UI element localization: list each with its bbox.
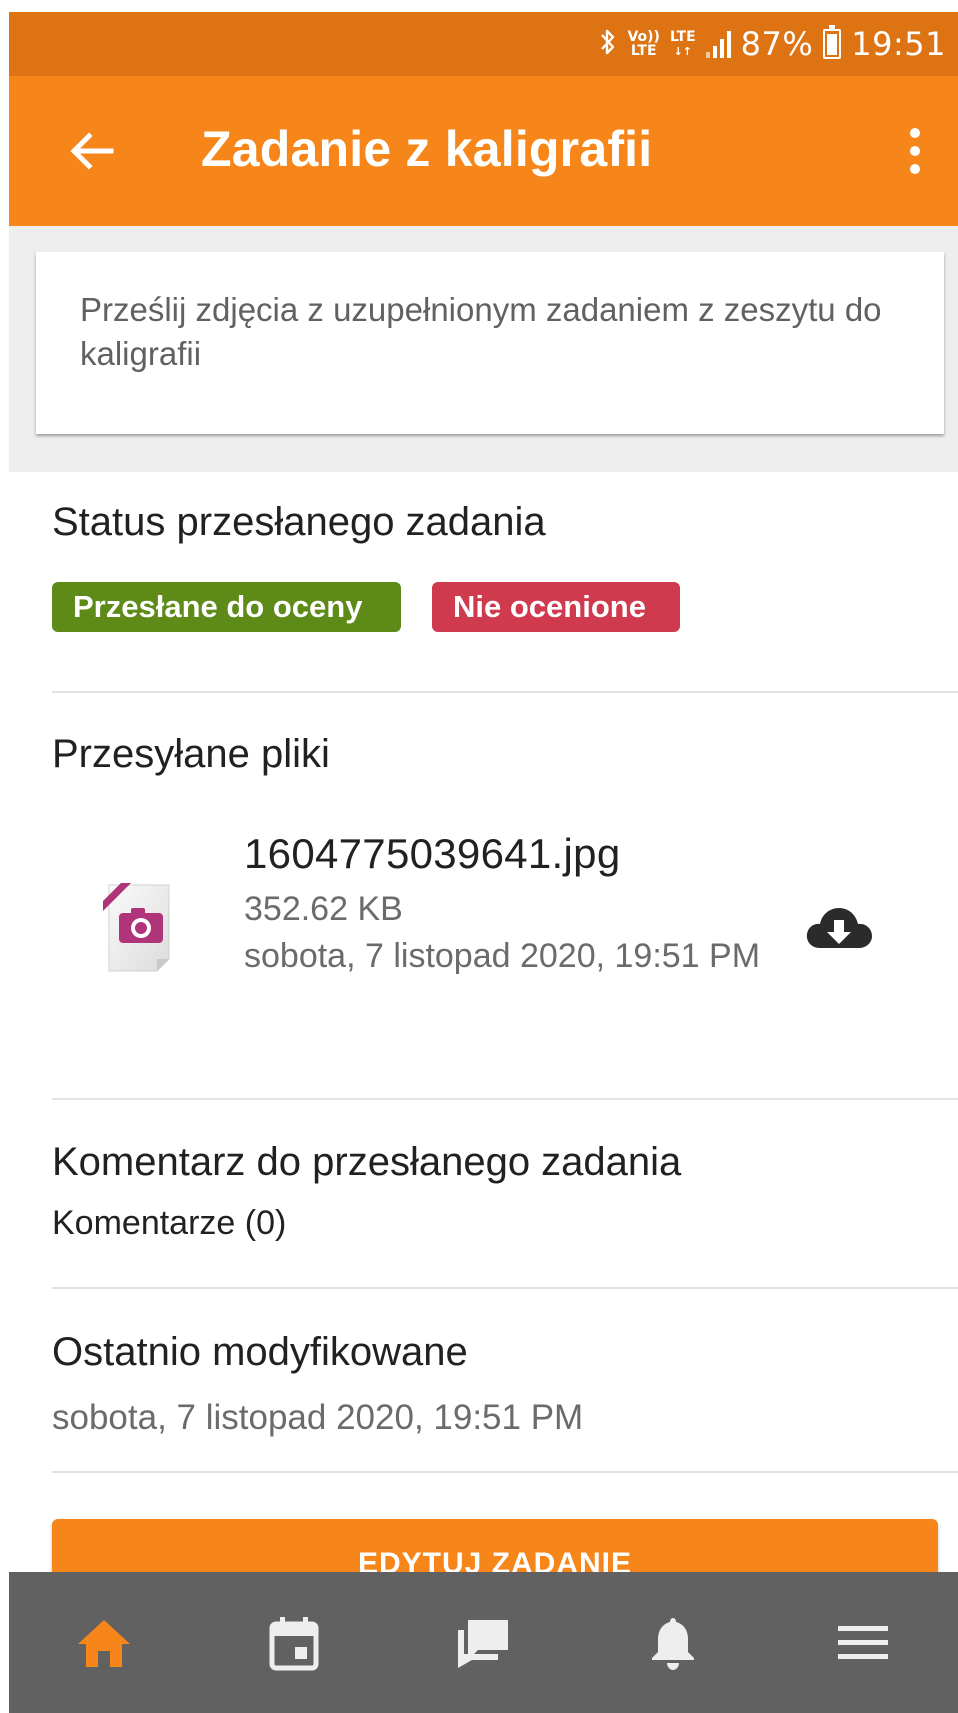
arrow-left-icon bbox=[70, 132, 114, 170]
image-file-icon bbox=[97, 879, 185, 979]
app-bar: Zadanie z kaligrafii bbox=[9, 76, 958, 226]
modified-date: sobota, 7 listopad 2020, 19:51 PM bbox=[52, 1398, 584, 1437]
volte-sub-label: LTE bbox=[630, 43, 657, 59]
divider bbox=[52, 1287, 958, 1289]
volte-icon: Vo)) LTE bbox=[627, 30, 659, 58]
back-button[interactable] bbox=[67, 126, 117, 176]
bottom-nav bbox=[9, 1572, 958, 1713]
status-bar: Vo)) LTE LTE ↓↑ 87% 19:51 bbox=[9, 12, 958, 76]
file-size: 352.62 KB bbox=[244, 890, 403, 928]
clock: 19:51 bbox=[851, 25, 946, 63]
app-screen: Vo)) LTE LTE ↓↑ 87% 19:51 Zadanie z kali… bbox=[9, 12, 958, 1713]
file-date: sobota, 7 listopad 2020, 19:51 PM bbox=[244, 937, 761, 975]
bluetooth-icon bbox=[599, 27, 617, 62]
comments-link[interactable]: Komentarze (0) bbox=[52, 1204, 286, 1243]
page-title: Zadanie z kaligrafii bbox=[201, 121, 653, 177]
bell-icon bbox=[652, 1617, 695, 1670]
modified-section-title: Ostatnio modyfikowane bbox=[52, 1330, 468, 1374]
download-button[interactable] bbox=[804, 902, 874, 954]
status-badge-not-graded: Nie ocenione bbox=[432, 582, 680, 632]
calendar-icon bbox=[269, 1616, 319, 1670]
signal-icon bbox=[705, 30, 731, 58]
more-options-button[interactable] bbox=[900, 126, 930, 176]
nav-messages[interactable] bbox=[443, 1603, 523, 1683]
nav-menu[interactable] bbox=[823, 1603, 903, 1683]
cloud-download-icon bbox=[806, 908, 872, 948]
nav-home[interactable] bbox=[64, 1603, 144, 1683]
messages-icon bbox=[458, 1619, 509, 1668]
description-area: Prześlij zdjęcia z uzupełnionym zadaniem… bbox=[9, 226, 958, 472]
battery-icon bbox=[823, 25, 842, 59]
divider bbox=[52, 1098, 958, 1100]
lte-icon: LTE ↓↑ bbox=[669, 28, 696, 58]
battery-percent: 87% bbox=[740, 25, 814, 63]
comment-section-title: Komentarz do przesłanego zadania bbox=[52, 1140, 682, 1184]
lte-label: LTE bbox=[669, 28, 696, 45]
files-section-title: Przesyłane pliki bbox=[52, 732, 330, 776]
divider bbox=[52, 1471, 958, 1473]
status-section-title: Status przesłanego zadania bbox=[52, 500, 546, 544]
nav-calendar[interactable] bbox=[254, 1603, 334, 1683]
file-name[interactable]: 1604775039641.jpg bbox=[244, 830, 620, 878]
nav-notifications[interactable] bbox=[633, 1603, 713, 1683]
more-vert-icon bbox=[910, 128, 920, 138]
status-badge-submitted: Przesłane do oceny bbox=[52, 582, 401, 632]
description-card: Prześlij zdjęcia z uzupełnionym zadaniem… bbox=[36, 252, 944, 434]
menu-icon bbox=[838, 1625, 889, 1659]
divider bbox=[52, 691, 958, 693]
home-icon bbox=[77, 1619, 130, 1667]
